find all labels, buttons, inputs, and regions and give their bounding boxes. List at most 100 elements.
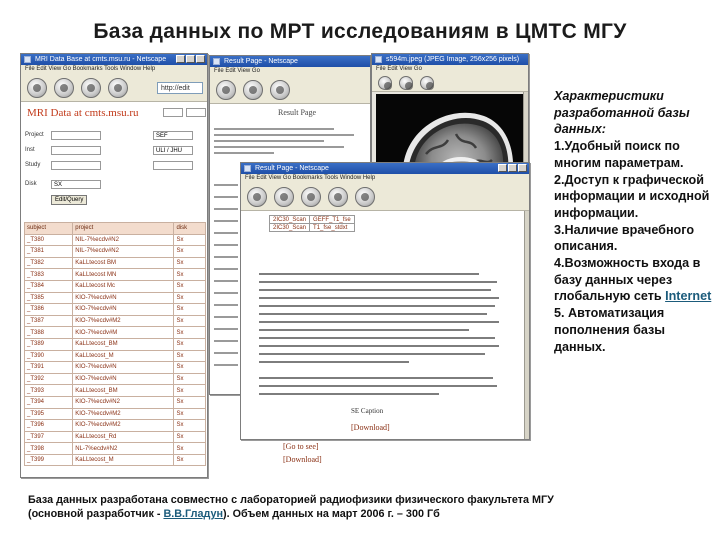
reload-icon[interactable]: [301, 186, 321, 207]
window-titlebar[interactable]: s594m.jpeg (JPEG Image, 256x256 pixels): [372, 54, 528, 65]
developer-link[interactable]: В.В.Гладун: [163, 508, 223, 520]
maximize-icon[interactable]: [186, 55, 195, 63]
minimize-icon[interactable]: [498, 164, 507, 172]
column-header[interactable]: subject: [23, 222, 74, 235]
table-row[interactable]: _T383 KaLLtecost MN Sx: [23, 268, 206, 281]
text-line: [214, 134, 354, 136]
window-titlebar[interactable]: Result Page - Netscape: [210, 56, 370, 67]
table-row[interactable]: _T391 KIO-7%ecdv#N Sx: [23, 361, 206, 374]
table-row[interactable]: _T395 KIO-7%ecdv#M2 Sx: [23, 407, 206, 421]
text-line: [214, 316, 238, 318]
toolbar: [241, 183, 529, 211]
form-field[interactable]: [186, 108, 206, 117]
form-field[interactable]: [51, 161, 101, 170]
forward-icon[interactable]: [243, 79, 263, 100]
text-line: [259, 281, 497, 283]
table-row[interactable]: _T390 KaLLtecost_M Sx: [23, 349, 206, 363]
page-content: 2IC30_Scan GEFF_T1_fse 2IC30_Scan T1_fse…: [241, 211, 529, 439]
reload-icon[interactable]: [420, 75, 434, 90]
close-icon[interactable]: [518, 164, 527, 172]
back-icon[interactable]: [216, 79, 236, 100]
form-field[interactable]: [163, 108, 183, 117]
reload-icon[interactable]: [270, 79, 290, 100]
table-row[interactable]: _T380 NIL-7%ecdv#N2 Sx: [23, 233, 206, 247]
table-row[interactable]: _T382 KaLLtecost BM Sx: [23, 256, 206, 270]
forward-icon[interactable]: [274, 186, 294, 207]
disk-field[interactable]: SX: [51, 180, 101, 189]
table-cell[interactable]: 2IC30_Scan: [268, 215, 311, 224]
table-row[interactable]: _T387 KIO-7%ecdv#M2 Sx: [23, 314, 206, 328]
window-titlebar[interactable]: Result Page - Netscape: [241, 163, 529, 174]
image-caption: SE Caption: [351, 407, 384, 415]
table-row[interactable]: _T388 KIO-7%ecdv#M Sx: [23, 326, 206, 339]
text-line: [259, 321, 499, 323]
table-row[interactable]: _T399 KaLLtecost_M Sx: [23, 453, 206, 467]
table-row[interactable]: _T381 NIL-7%ecdv#N2 Sx: [23, 245, 206, 258]
download-link[interactable]: [Download]: [283, 455, 322, 464]
table-row[interactable]: _T397 KaLLtecost_Rd Sx: [23, 430, 206, 444]
detail-browser-window[interactable]: Result Page - Netscape File Edit View Go…: [240, 162, 530, 440]
form-field[interactable]: [51, 146, 101, 155]
scan-table: 2IC30_Scan GEFF_T1_fse 2IC30_Scan T1_fse…: [268, 215, 355, 232]
table-cell: Sx: [173, 256, 206, 270]
menubar[interactable]: File Edit View Go Bookmarks Tools Window…: [21, 65, 207, 74]
table-cell: KIO-7%ecdv#N2: [72, 395, 175, 409]
table-row[interactable]: _T384 KaLLtecost Mc Sx: [23, 279, 206, 293]
menubar[interactable]: File Edit View Go: [210, 67, 370, 76]
home-icon[interactable]: [355, 186, 375, 207]
window-title: Result Page - Netscape: [224, 58, 298, 65]
vertical-scrollbar[interactable]: [524, 211, 529, 439]
table-cell: _T386: [23, 303, 74, 316]
table-cell[interactable]: 2IC30_Scan: [268, 223, 311, 232]
table-row[interactable]: _T394 KIO-7%ecdv#N2 Sx: [23, 395, 206, 409]
stop-icon[interactable]: [328, 186, 348, 207]
table-cell: KIO-7%ecdv#N: [72, 361, 175, 374]
table-row[interactable]: _T398 NL-7%ecdv#N2 Sx: [23, 442, 206, 455]
form-field[interactable]: SEF: [153, 131, 193, 140]
search-browser-window[interactable]: MRI Data Base at cmts.msu.ru - Netscape …: [20, 53, 208, 478]
url-field[interactable]: http://edit: [157, 82, 203, 94]
table-row[interactable]: _T389 KaLLtecost_BM Sx: [23, 337, 206, 351]
table-cell[interactable]: GEFF_T1_fse: [309, 215, 355, 224]
table-row[interactable]: _T393 KaLLtecost_BM Sx: [23, 384, 206, 397]
query-button[interactable]: Edit/Query: [51, 195, 88, 205]
menubar[interactable]: File Edit View Go: [372, 65, 528, 74]
minimize-icon[interactable]: [176, 55, 185, 63]
close-icon[interactable]: [196, 55, 205, 63]
back-icon[interactable]: [247, 186, 267, 207]
back-icon[interactable]: [378, 75, 392, 90]
table-row[interactable]: _T385 KIO-7%ecdv#N Sx: [23, 291, 206, 305]
feature-item: 1.Удобный поиск по многим параметрам.: [554, 139, 684, 170]
go-to-see-link[interactable]: [Go to see]: [283, 442, 319, 451]
table-row: 2IC30_Scan GEFF_T1_fse: [268, 215, 355, 224]
result-page-title: Result Page: [278, 108, 316, 117]
table-cell: NIL-7%ecdv#N2: [72, 245, 175, 258]
table-row[interactable]: _T386 KIO-7%ecdv#N Sx: [23, 303, 206, 316]
table-row[interactable]: _T392 KIO-7%ecdv#N Sx: [23, 372, 206, 386]
stop-icon[interactable]: [108, 77, 128, 98]
form-label: Disk: [25, 181, 37, 187]
menubar[interactable]: File Edit View Go Bookmarks Tools Window…: [241, 174, 529, 183]
text-line: [214, 280, 238, 282]
form-field[interactable]: [51, 131, 101, 140]
form-field[interactable]: [153, 161, 193, 170]
back-icon[interactable]: [27, 77, 47, 98]
feature-item: 4.Возможность входа в базу данных через …: [554, 255, 714, 305]
internet-link[interactable]: Internet: [665, 289, 711, 303]
forward-icon[interactable]: [399, 75, 413, 90]
text-line: [214, 304, 238, 306]
text-line: [214, 340, 238, 342]
table-cell[interactable]: T1_fse_stdxt: [309, 223, 355, 232]
download-link[interactable]: [Download]: [351, 423, 390, 432]
table-cell: Sx: [173, 395, 206, 409]
text-line: [214, 220, 238, 222]
reload-icon[interactable]: [81, 77, 101, 98]
form-field[interactable]: ULI / JHU: [153, 146, 193, 155]
forward-icon[interactable]: [54, 77, 74, 98]
table-row[interactable]: _T396 KIO-7%ecdv#M2 Sx: [23, 419, 206, 432]
maximize-icon[interactable]: [508, 164, 517, 172]
column-header[interactable]: disk: [173, 222, 206, 235]
window-titlebar[interactable]: MRI Data Base at cmts.msu.ru - Netscape: [21, 54, 207, 65]
text-line: [214, 328, 238, 330]
column-header[interactable]: project: [72, 222, 175, 235]
